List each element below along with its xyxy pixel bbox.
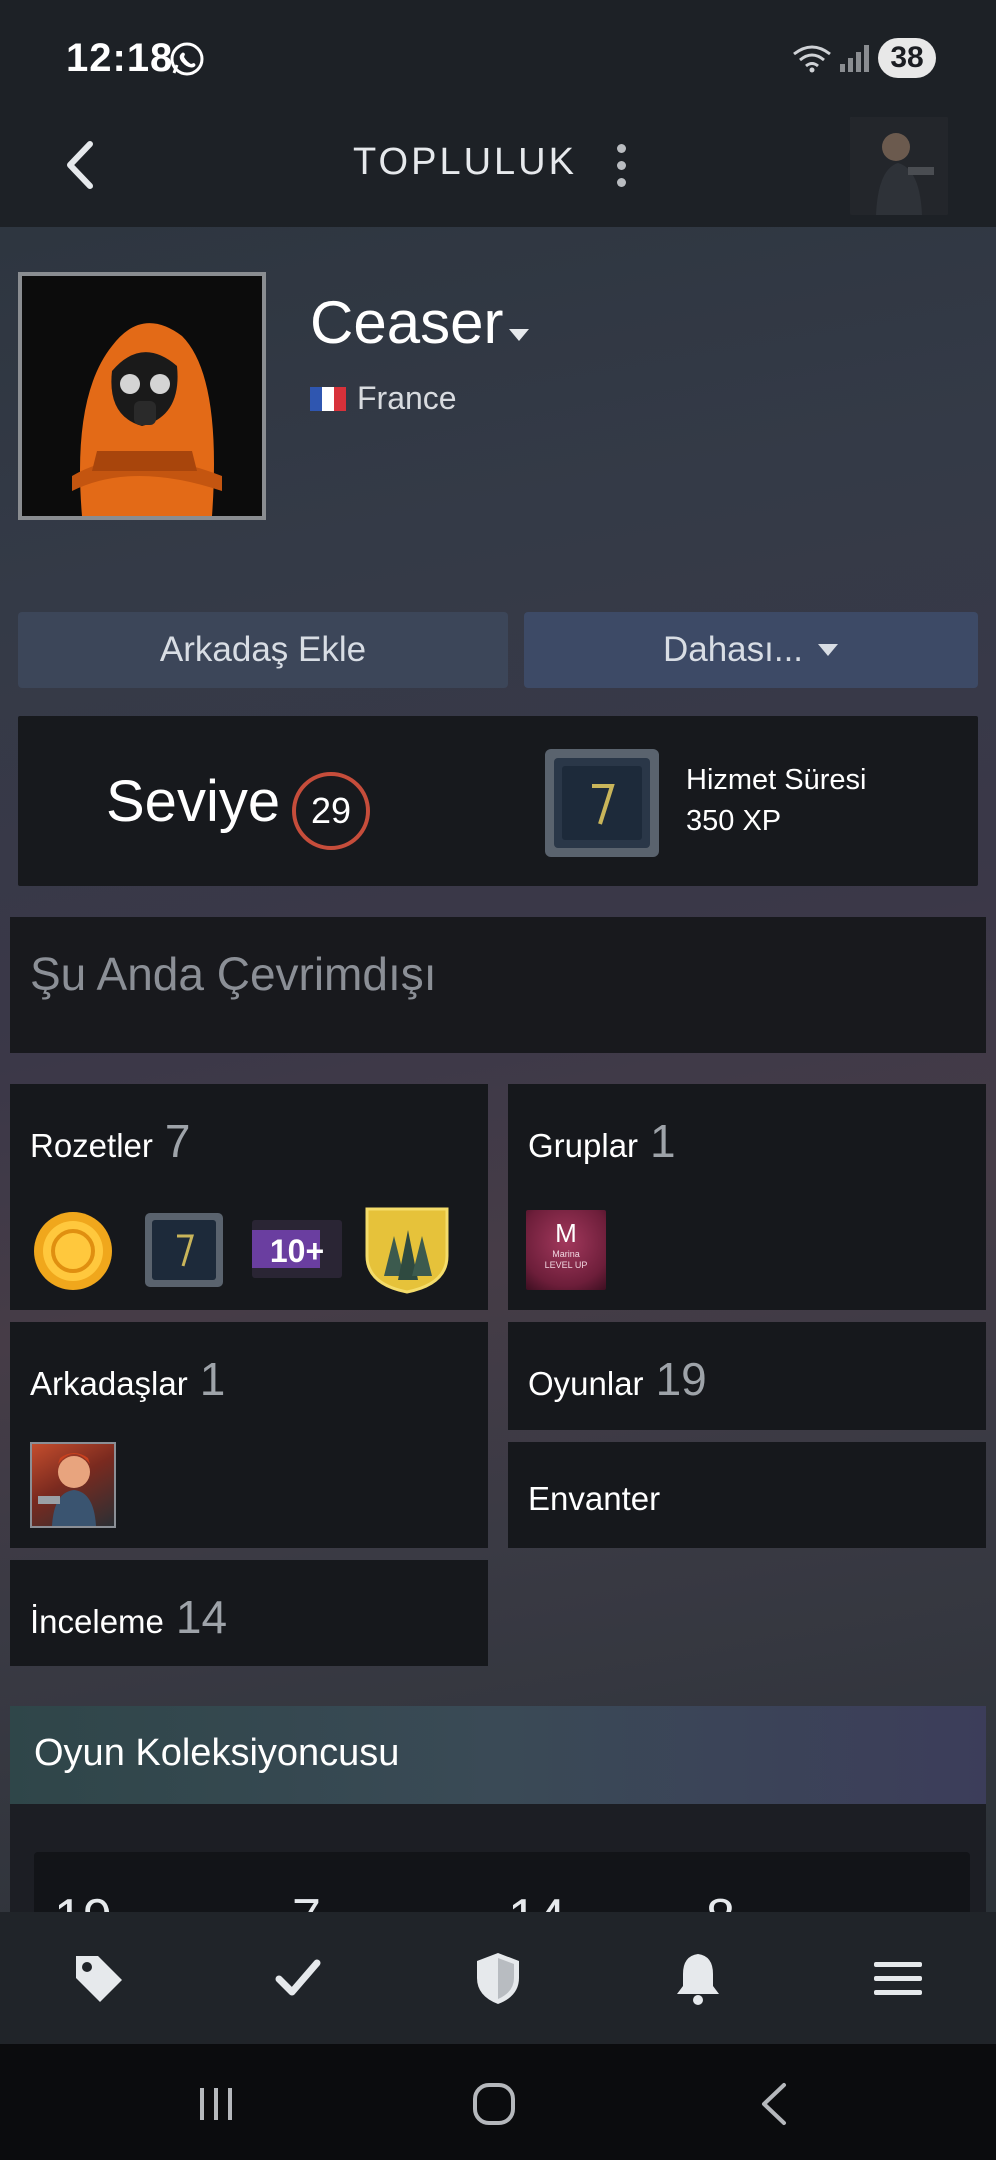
inventory-label: Envanter (528, 1480, 661, 1517)
nav-notifications-button[interactable] (666, 1946, 730, 2010)
group-logo-line1: Marina (552, 1249, 580, 1259)
online-status-text: Şu Anda Çevrimdışı (30, 948, 437, 1000)
years-of-service-badge-icon (545, 749, 659, 857)
tag-icon (76, 1956, 122, 2002)
menu-icon (874, 1962, 922, 1995)
bottom-navigation (0, 1912, 996, 2044)
status-time: 12:18 (66, 36, 174, 80)
user-avatar-image (850, 117, 948, 215)
gas-mask-hoodie-image (22, 276, 262, 516)
service-badge-title: Hizmet Süresi (686, 764, 867, 796)
group-logo[interactable]: M Marina LEVEL UP (526, 1210, 606, 1290)
groups-count: 1 (650, 1115, 676, 1167)
check-icon (275, 1959, 321, 1996)
nav-tasks-button[interactable] (266, 1946, 330, 2010)
online-status-panel: Şu Anda Çevrimdışı (10, 917, 986, 1053)
groups-label: Gruplar (528, 1127, 639, 1164)
games-card[interactable]: Oyunlar 19 (508, 1322, 986, 1430)
games-label: Oyunlar (528, 1365, 644, 1402)
chevron-down-icon (818, 644, 839, 656)
level-value: 29 (292, 772, 370, 850)
page-title: TOPLULUK (353, 141, 577, 183)
reviews-card[interactable]: İnceleme 14 (10, 1560, 488, 1666)
showcase-body: 19 7 14 8 (10, 1804, 986, 1947)
level-label: Seviye (106, 769, 281, 834)
badges-count: 7 (164, 1115, 191, 1167)
groups-card[interactable]: Gruplar 1 M Marina LEVEL UP (508, 1084, 986, 1310)
shield-icon (477, 1953, 519, 2004)
showcase-header: Oyun Koleksiyoncusu (10, 1706, 986, 1804)
friends-card[interactable]: Arkadaşlar 1 (10, 1322, 488, 1548)
level-panel[interactable]: Seviye 29 Hizmet Süresi 350 XP (18, 716, 978, 886)
home-circle-icon (473, 2083, 515, 2125)
friends-title: Arkadaşlar 1 (30, 1352, 225, 1406)
whatsapp-icon (170, 42, 204, 76)
nav-store-button[interactable] (66, 1946, 130, 2010)
gold-coin-badge-icon[interactable] (32, 1210, 114, 1292)
signal-icon (840, 45, 869, 72)
reviews-title: İnceleme 14 (30, 1590, 227, 1644)
battery-indicator: 38 (878, 38, 936, 78)
badges-title: Rozetler 7 (30, 1114, 190, 1168)
app-header: TOPLULUK (0, 115, 996, 227)
recent-apps-button[interactable] (186, 2074, 246, 2134)
back-chevron-icon (762, 2083, 786, 2125)
friend-avatar-image (38, 1453, 96, 1526)
group-logo-letter: M (555, 1218, 577, 1248)
france-flag-icon (310, 387, 346, 411)
more-actions-label: Dahası... (662, 630, 804, 669)
reviews-count: 14 (175, 1591, 228, 1643)
nav-menu-button[interactable] (866, 1946, 930, 2010)
badges-card[interactable]: Rozetler 7 10+ (10, 1084, 488, 1310)
showcase-title: Oyun Koleksiyoncusu (34, 1732, 400, 1774)
user-avatar-button[interactable] (850, 117, 948, 215)
reviews-label: İnceleme (30, 1603, 164, 1640)
recent-apps-icon (200, 2088, 232, 2120)
add-friend-label: Arkadaş Ekle (159, 630, 367, 669)
more-options-button[interactable] (608, 135, 634, 195)
games-count: 19 (655, 1353, 707, 1405)
wifi-icon (793, 45, 831, 73)
profile-name[interactable]: Ceaser (310, 288, 503, 357)
badges-label: Rozetler (30, 1127, 153, 1164)
friends-label: Arkadaşlar (30, 1365, 188, 1402)
ten-plus-badge-icon[interactable]: 10+ (252, 1220, 342, 1278)
nav-guard-button[interactable] (466, 1946, 530, 2010)
home-button[interactable] (464, 2074, 524, 2134)
more-actions-button[interactable]: Dahası... (524, 612, 978, 688)
service-badge-icon[interactable] (144, 1212, 224, 1288)
groups-title: Gruplar 1 (528, 1114, 676, 1168)
status-bar: 12:18 38 (0, 0, 996, 115)
chevron-down-icon[interactable] (508, 328, 530, 342)
games-title: Oyunlar 19 (528, 1352, 707, 1406)
system-back-button[interactable] (744, 2074, 804, 2134)
add-friend-button[interactable]: Arkadaş Ekle (18, 612, 508, 688)
trees-badge-icon[interactable] (364, 1206, 450, 1294)
bell-icon (677, 1954, 719, 2005)
friend-avatar[interactable] (30, 1442, 116, 1528)
group-logo-line2: LEVEL UP (544, 1260, 588, 1270)
inventory-card[interactable]: Envanter (508, 1442, 986, 1548)
friends-count: 1 (199, 1353, 226, 1405)
ten-plus-badge-text: 10+ (270, 1233, 324, 1269)
profile-avatar (18, 272, 266, 520)
system-navigation-bar (0, 2044, 996, 2160)
service-badge-xp: 350 XP (686, 805, 782, 837)
more-vertical-icon (616, 143, 626, 153)
profile-country: France (357, 380, 457, 416)
